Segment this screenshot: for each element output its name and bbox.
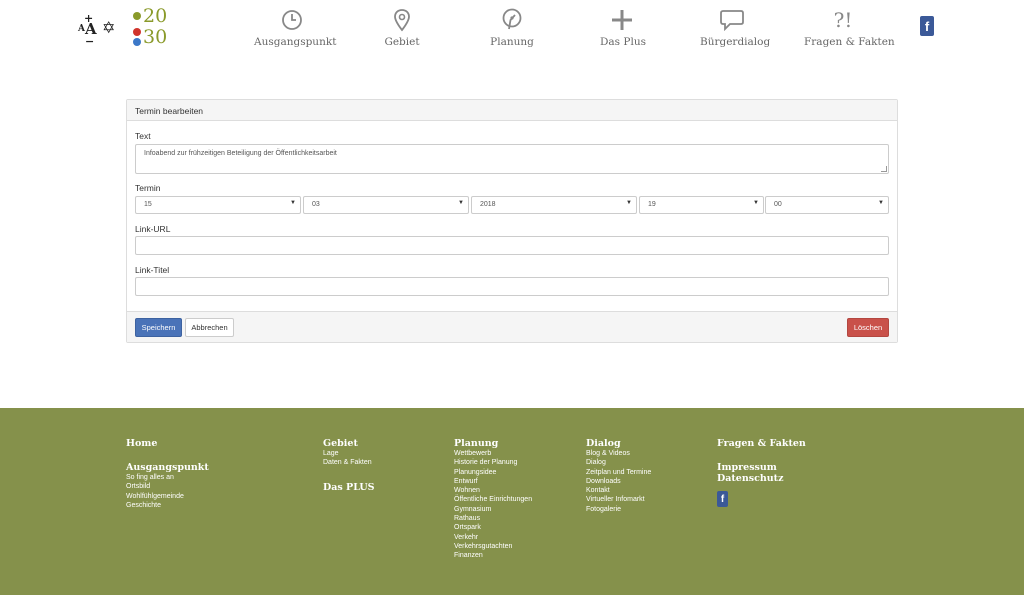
question-exclamation-icon: ?! [833, 8, 853, 32]
facebook-icon[interactable]: f [920, 16, 934, 36]
panel-title: Termin bearbeiten [127, 100, 897, 121]
footer-link[interactable]: Planungsidee [454, 468, 532, 477]
footer-col-fragen: Fragen & Fakten Impressum Datenschutz f [717, 438, 806, 507]
footer-link[interactable]: Ortspark [454, 523, 532, 532]
cancel-button[interactable]: Abbrechen [185, 318, 234, 337]
caret-down-icon: ▼ [878, 200, 884, 206]
footer-link[interactable]: Wohlfühlgemeinde [126, 492, 209, 501]
footer-col-home: Home Ausgangspunkt So fing alles an Orts… [126, 438, 209, 510]
footer: Home Ausgangspunkt So fing alles an Orts… [0, 408, 1024, 595]
link-title-input[interactable] [135, 277, 889, 296]
save-button[interactable]: Speichern [135, 318, 182, 337]
nav-label: Ausgangspunkt [254, 36, 337, 48]
footer-link-planung[interactable]: Planung [454, 438, 532, 449]
caret-down-icon: ▼ [753, 200, 759, 206]
footer-link[interactable]: Entwurf [454, 477, 532, 486]
map-pin-icon [382, 6, 422, 34]
footer-link[interactable]: Ortsbild [126, 482, 209, 491]
link-title-label: Link-Titel [135, 265, 170, 275]
speech-bubble-icon [700, 6, 764, 34]
footer-link-datenschutz[interactable]: Datenschutz [717, 473, 806, 484]
edit-event-panel: Termin bearbeiten Text Infoabend zur frü… [126, 99, 898, 343]
caret-down-icon: ▼ [290, 200, 296, 206]
nav-label: Gebiet [384, 36, 420, 48]
footer-link[interactable]: Gymnasium [454, 505, 532, 514]
footer-link[interactable]: Lage [323, 449, 375, 458]
nav-label: Das Plus [600, 36, 646, 48]
footer-link[interactable]: Verkehr [454, 533, 532, 542]
nav-item-fragen-fakten[interactable]: ?! Fragen & Fakten [804, 6, 895, 48]
footer-link[interactable]: Zeitplan und Termine [586, 468, 651, 477]
clock-icon [254, 6, 330, 34]
caret-down-icon: ▼ [626, 200, 632, 206]
footer-link[interactable]: Rathaus [454, 514, 532, 523]
footer-link[interactable]: Öffentliche Einrichtungen [454, 495, 532, 504]
text-textarea[interactable]: Infoabend zur frühzeitigen Beteiligung d… [135, 144, 889, 174]
footer-link[interactable]: Virtueller Infomarkt [586, 495, 651, 504]
link-url-label: Link-URL [135, 224, 171, 234]
nav-label: Fragen & Fakten [804, 36, 895, 48]
footer-link-dialog[interactable]: Dialog [586, 438, 651, 449]
header: + A A − ✡ 20 30 Ausgangspunkt Gebiet Pla… [0, 0, 1024, 60]
footer-link[interactable]: So fing alles an [126, 473, 209, 482]
footer-link[interactable]: Fotogalerie [586, 505, 651, 514]
delete-button[interactable]: Löschen [847, 318, 889, 337]
panel-footer: Speichern Abbrechen Löschen [127, 311, 897, 342]
footer-col-dialog: Dialog Blog & Videos Dialog Zeitplan und… [586, 438, 651, 514]
nav-label: Planung [490, 36, 534, 48]
main-nav: Ausgangspunkt Gebiet Planung Das Plus Bü… [0, 6, 1024, 56]
footer-col-gebiet: Gebiet Lage Daten & Fakten Das PLUS [323, 438, 375, 493]
footer-link[interactable]: Daten & Fakten [323, 458, 375, 467]
footer-link-fragen-fakten[interactable]: Fragen & Fakten [717, 438, 806, 449]
day-select[interactable]: 15 ▼ [135, 196, 301, 214]
footer-link[interactable]: Downloads [586, 477, 651, 486]
footer-link[interactable]: Dialog [586, 458, 651, 467]
nav-item-planung[interactable]: Planung [490, 6, 534, 48]
nav-label: Bürgerdialog [700, 36, 771, 48]
footer-link[interactable]: Geschichte [126, 501, 209, 510]
footer-link-das-plus[interactable]: Das PLUS [323, 482, 375, 493]
nav-item-buergerdialog[interactable]: Bürgerdialog [700, 6, 771, 48]
footer-link[interactable]: Finanzen [454, 551, 532, 560]
nav-item-das-plus[interactable]: Das Plus [600, 6, 646, 48]
nav-item-gebiet[interactable]: Gebiet [382, 6, 422, 48]
footer-link-gebiet[interactable]: Gebiet [323, 438, 375, 449]
year-select[interactable]: 2018 ▼ [471, 196, 637, 214]
facebook-icon[interactable]: f [717, 491, 728, 507]
termin-label: Termin [135, 183, 161, 193]
minute-select[interactable]: 00 ▼ [765, 196, 889, 214]
footer-link[interactable]: Kontakt [586, 486, 651, 495]
footer-link[interactable]: Wettbewerb [454, 449, 532, 458]
footer-link-home[interactable]: Home [126, 438, 209, 449]
panel-body: Text Infoabend zur frühzeitigen Beteilig… [127, 121, 897, 311]
compass-pin-icon [490, 6, 534, 34]
nav-item-ausgangspunkt[interactable]: Ausgangspunkt [254, 6, 337, 48]
footer-link[interactable]: Wohnen [454, 486, 532, 495]
link-url-input[interactable] [135, 236, 889, 255]
footer-link-ausgangspunkt[interactable]: Ausgangspunkt [126, 462, 209, 473]
resize-handle-icon[interactable] [881, 166, 887, 172]
hour-select[interactable]: 19 ▼ [639, 196, 764, 214]
footer-col-planung: Planung Wettbewerb Historie der Planung … [454, 438, 532, 561]
month-select[interactable]: 03 ▼ [303, 196, 469, 214]
footer-link[interactable]: Verkehrsgutachten [454, 542, 532, 551]
footer-link[interactable]: Historie der Planung [454, 458, 532, 467]
caret-down-icon: ▼ [458, 200, 464, 206]
text-label: Text [135, 131, 151, 141]
footer-link-impressum[interactable]: Impressum [717, 462, 806, 473]
plus-icon [600, 6, 644, 34]
footer-link[interactable]: Blog & Videos [586, 449, 651, 458]
